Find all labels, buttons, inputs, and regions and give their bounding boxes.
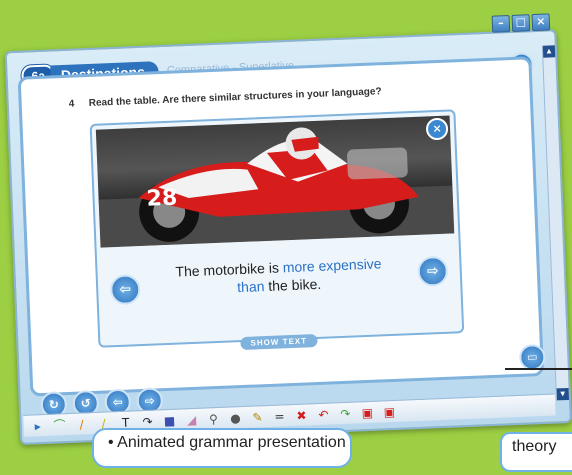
scroll-up-arrow[interactable]: ▲: [542, 45, 556, 58]
color-icon[interactable]: ■: [161, 413, 178, 428]
lines-icon[interactable]: =: [271, 409, 288, 424]
feature-caption-right: theory: [500, 432, 572, 472]
sentence-part2: the bike.: [264, 275, 322, 295]
vertical-scrollbar[interactable]: ▲ ▼: [541, 45, 570, 401]
motorbike-illustration: 28: [98, 127, 455, 248]
minimize-button[interactable]: –: [491, 15, 511, 33]
sentence-part1: The motorbike is: [175, 259, 284, 280]
svg-text:28: 28: [146, 186, 178, 212]
redo-icon[interactable]: ↷: [337, 406, 354, 421]
lasso-icon[interactable]: ⌒: [51, 416, 68, 434]
feature-caption: • Animated grammar presentation: [92, 428, 352, 468]
eraser-icon[interactable]: ◢: [183, 412, 200, 427]
save-icon[interactable]: ▣: [359, 405, 376, 420]
scroll-down-arrow[interactable]: ▼: [556, 387, 570, 401]
callout-line: [505, 368, 572, 370]
close-window-button[interactable]: ×: [531, 13, 551, 32]
curve-icon[interactable]: ↷: [139, 414, 156, 429]
toolbar-expand-icon[interactable]: ▸: [29, 418, 46, 433]
pen-icon[interactable]: /: [73, 417, 90, 432]
task-number: 4: [68, 98, 75, 110]
app-window: – □ × 6a Destinations Comparative - Supe…: [4, 13, 572, 445]
grammar-popup: 28 × ⇦ ⇨ The motorbike is more expensive…: [89, 109, 465, 351]
delete-icon[interactable]: ✖: [293, 408, 310, 423]
sentence-highlight-comparative: more expensive: [282, 255, 382, 276]
window-controls: – □ ×: [491, 13, 551, 33]
motorbike-photo: 28: [95, 115, 455, 248]
undo-icon[interactable]: ↶: [315, 407, 332, 422]
example-sentence: The motorbike is more expensive than the…: [97, 251, 460, 301]
maximize-button[interactable]: □: [511, 14, 531, 32]
load-icon[interactable]: ▣: [381, 404, 398, 419]
zoom-icon[interactable]: ⚲: [205, 411, 222, 426]
sentence-highlight-than: than: [236, 278, 265, 296]
spotlight-icon[interactable]: ●: [227, 411, 244, 426]
edit-icon[interactable]: ✎: [249, 410, 266, 425]
